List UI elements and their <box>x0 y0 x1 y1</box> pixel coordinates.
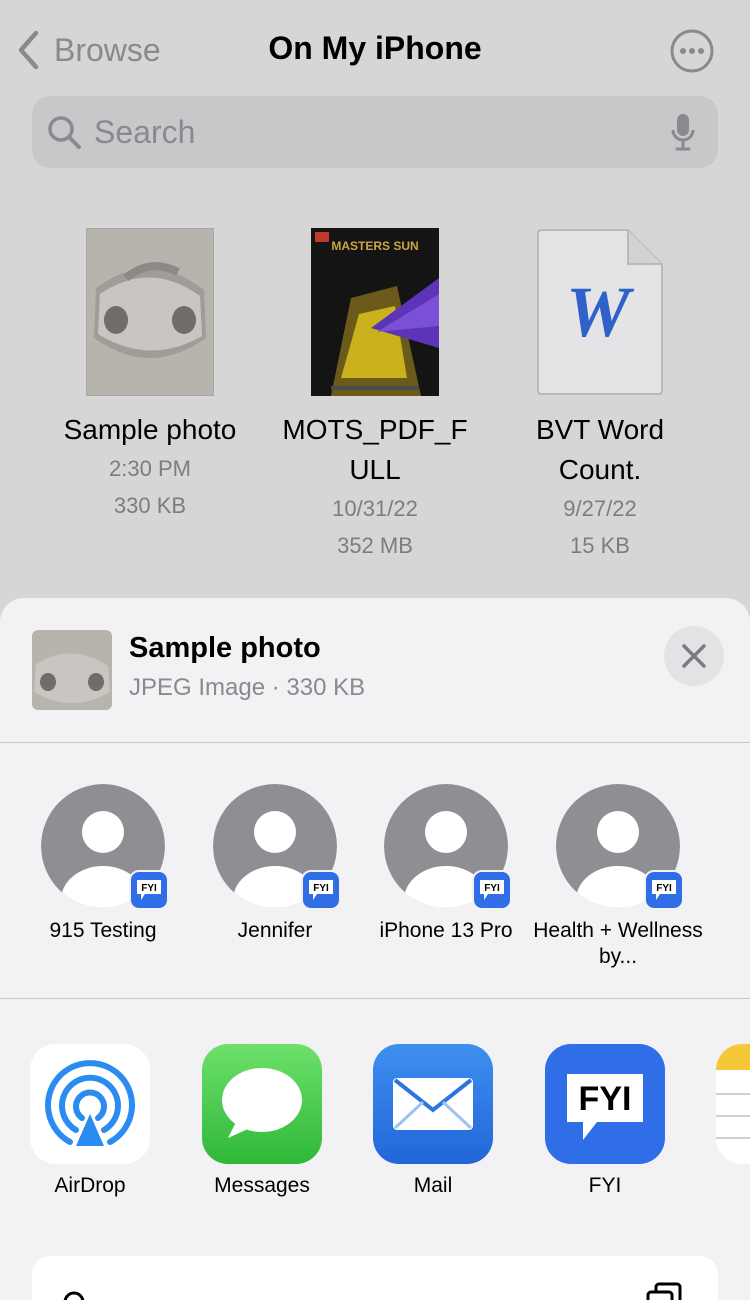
share-sheet-header: Sample photo JPEG Image · 330 KB <box>0 598 750 743</box>
share-sheet: Sample photo JPEG Image · 330 KB FYI 915… <box>0 598 750 1300</box>
close-icon <box>682 644 706 668</box>
notes-icon <box>716 1044 750 1164</box>
app-mail[interactable]: Mail <box>348 1044 518 1198</box>
word-document-icon: W <box>537 229 663 395</box>
file-item[interactable]: W BVT Word Count. 9/27/22 15 KB <box>495 228 705 564</box>
comic-cover-thumbnail: MASTERS SUN <box>311 228 439 396</box>
page-title: On My iPhone <box>268 30 482 66</box>
app-fyi[interactable]: FYI FYI <box>520 1044 690 1198</box>
contact-suggestion[interactable]: FYI iPhone 13 Pro <box>361 784 531 944</box>
search-icon <box>48 116 81 149</box>
fyi-icon: FYI <box>545 1044 665 1164</box>
search-bar[interactable] <box>32 96 718 168</box>
fyi-icon: FYI <box>137 880 161 900</box>
fyi-icon: FYI <box>480 880 504 900</box>
fyi-badge: FYI <box>472 870 512 910</box>
microphone-icon[interactable] <box>670 112 696 152</box>
fyi-badge: FYI <box>644 870 684 910</box>
copy-icon <box>646 1282 682 1300</box>
file-size: 15 KB <box>570 533 630 558</box>
shared-item-thumbnail <box>32 630 112 710</box>
file-size: 352 MB <box>337 533 413 558</box>
shared-item-title: Sample photo <box>129 632 321 664</box>
search-input[interactable] <box>94 113 670 151</box>
contact-suggestion[interactable]: FYI Jennifer <box>190 784 360 944</box>
contact-name: Jennifer <box>237 919 313 942</box>
contact-suggestion[interactable]: FYI Health + Wellness by... <box>533 784 703 970</box>
file-date: 2:30 PM <box>109 456 191 481</box>
navigation-bar: Browse On My iPhone <box>0 0 750 100</box>
file-name: MOTS_PDF_F ULL <box>282 414 468 485</box>
svg-text:FYI: FYI <box>484 883 500 894</box>
shared-item-subtitle: JPEG Image · 330 KB <box>129 674 366 701</box>
more-options-icon[interactable] <box>670 29 714 73</box>
file-name: Sample photo <box>63 414 237 445</box>
contact-name: Health + Wellness by... <box>533 919 703 968</box>
photo-thumbnail <box>86 228 214 396</box>
contact-suggestions: FYI 915 Testing FYI Jennifer FYI iPhone … <box>0 744 750 999</box>
comic-title: MASTERS SUN <box>331 239 418 253</box>
app-notes[interactable]: N <box>691 1044 750 1198</box>
share-apps-row: AirDrop Messages Mail FYI FYI N <box>0 1000 750 1220</box>
app-label: FYI <box>588 1174 622 1197</box>
airdrop-icon <box>30 1044 150 1164</box>
fyi-badge: FYI <box>129 870 169 910</box>
search-icon <box>63 1291 85 1300</box>
fyi-badge: FYI <box>301 870 341 910</box>
fyi-icon: FYI <box>652 880 676 900</box>
word-letter: W <box>566 272 635 352</box>
file-date: 9/27/22 <box>563 496 637 521</box>
mail-icon <box>373 1044 493 1164</box>
file-name: BVT Word Count. <box>535 414 665 485</box>
close-button[interactable] <box>664 626 724 686</box>
fyi-icon: FYI <box>309 880 333 900</box>
contact-name: iPhone 13 Pro <box>379 919 513 942</box>
app-airdrop[interactable]: AirDrop <box>5 1044 175 1198</box>
file-item[interactable]: MASTERS SUN MOTS_PDF_F ULL 10/31/22 352 … <box>270 228 480 564</box>
file-item[interactable]: Sample photo 2:30 PM 330 KB <box>45 228 255 524</box>
app-label: AirDrop <box>54 1174 126 1197</box>
file-size: 330 KB <box>113 493 187 518</box>
file-date: 10/31/22 <box>332 496 418 521</box>
messages-icon <box>202 1044 322 1164</box>
app-messages[interactable]: Messages <box>177 1044 347 1198</box>
app-label: N <box>691 1174 750 1198</box>
svg-text:FYI: FYI <box>313 883 329 894</box>
svg-text:FYI: FYI <box>579 1080 632 1118</box>
contact-name: 915 Testing <box>49 919 157 942</box>
contact-suggestion[interactable]: FYI 915 Testing <box>18 784 188 944</box>
app-label: Mail <box>413 1174 453 1197</box>
svg-text:FYI: FYI <box>656 883 672 894</box>
svg-text:FYI: FYI <box>141 883 157 894</box>
action-list-card[interactable] <box>32 1256 718 1300</box>
app-label: Messages <box>214 1174 310 1197</box>
